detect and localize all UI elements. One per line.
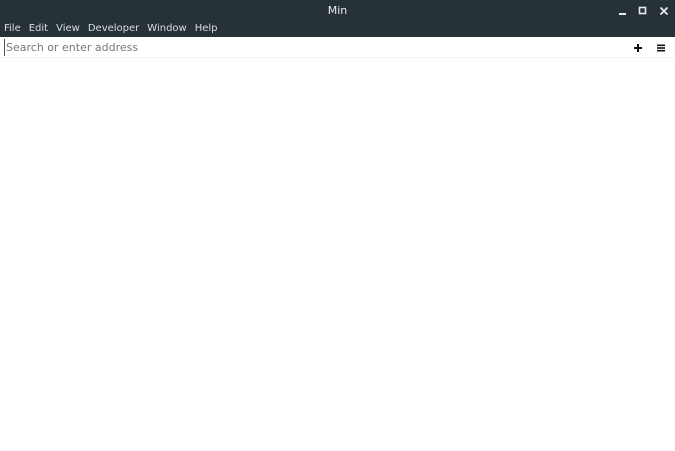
menu-help[interactable]: Help [195,21,218,37]
maximize-button[interactable] [632,0,654,21]
window-title: Min [327,4,348,17]
browser-window: Min File Edit View Developer Window Help [0,0,675,451]
menu-edit[interactable]: Edit [29,21,48,37]
minimize-button[interactable] [612,0,634,21]
new-tab-button[interactable] [630,39,646,56]
menu-view[interactable]: View [56,21,80,37]
menu-window[interactable]: Window [147,21,186,37]
title-bar[interactable]: Min [0,0,675,21]
close-icon [659,6,669,15]
minimize-icon [619,12,626,15]
maximize-icon [638,6,647,14]
web-content-area[interactable] [0,58,675,451]
menu-developer[interactable]: Developer [88,21,139,37]
close-button[interactable] [653,0,675,21]
menu-file[interactable]: File [4,21,21,37]
plus-icon [634,43,642,52]
navbar [0,37,675,58]
hamburger-menu-icon [657,44,665,51]
address-bar-input[interactable] [4,39,604,56]
menu-button[interactable] [653,39,669,56]
menu-bar: File Edit View Developer Window Help [0,21,675,37]
